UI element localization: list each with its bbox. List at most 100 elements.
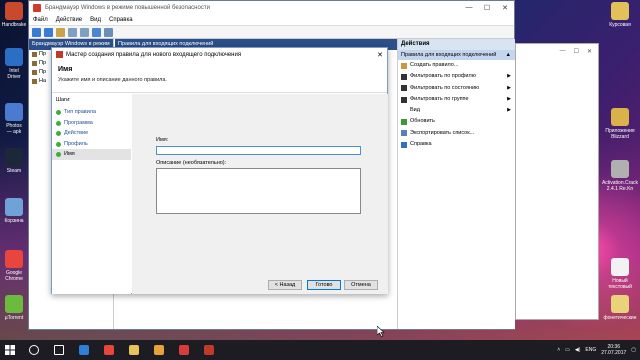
- background-window-controls: — ☐ ✕: [516, 44, 598, 59]
- shortcut-icon: [611, 2, 629, 20]
- shortcut-icon: [5, 295, 23, 313]
- chevron-up-icon[interactable]: ˄: [557, 347, 560, 353]
- back-icon[interactable]: [32, 27, 41, 37]
- menu-help[interactable]: Справка: [109, 17, 133, 23]
- desktop-shortcut[interactable]: Activation.Crack 2.4.1 Re.Kn: [600, 160, 640, 192]
- volume-icon[interactable]: ◀): [575, 347, 581, 353]
- action-icon: [401, 107, 407, 114]
- name-label: Имя:: [156, 137, 169, 143]
- wizard-titlebar: Мастер создания правила для нового входя…: [52, 48, 387, 61]
- language-indicator[interactable]: ENG: [585, 347, 596, 353]
- action-item[interactable]: Создать правило...: [398, 60, 515, 71]
- help-icon[interactable]: [92, 27, 101, 37]
- action-item[interactable]: Вид ▶: [398, 105, 515, 116]
- taskbar-firewall-icon[interactable]: [199, 340, 219, 360]
- toolbar: [29, 26, 514, 39]
- taskbar-edge-icon[interactable]: [74, 340, 94, 360]
- system-tray: ˄ ▭ ◀) ENG 20:36 27.07.2017 ▢: [557, 344, 640, 356]
- wizard-title: Мастер создания правила для нового входя…: [66, 51, 242, 58]
- clock[interactable]: 20:36 27.07.2017: [601, 344, 626, 356]
- console-tree-icon[interactable]: [68, 27, 77, 37]
- submenu-arrow-icon: ▶: [507, 107, 511, 114]
- taskbar-app-icon[interactable]: [174, 340, 194, 360]
- action-icon: [401, 141, 407, 148]
- minimize-icon[interactable]: —: [460, 4, 478, 12]
- wizard-heading: Имя: [58, 66, 73, 73]
- wizard-header: Имя Укажите имя и описание данного прави…: [52, 61, 387, 93]
- shortcut-icon: [5, 2, 23, 20]
- description-field[interactable]: [156, 168, 361, 214]
- firewall-icon: [33, 4, 41, 12]
- wizard-subtitle: Укажите имя и описание данного правила.: [58, 77, 167, 83]
- action-item[interactable]: Справка: [398, 139, 515, 150]
- maximize-icon[interactable]: ☐: [478, 4, 496, 12]
- action-item[interactable]: Экспортировать список...: [398, 128, 515, 139]
- cancel-button[interactable]: Отмена: [344, 280, 378, 290]
- action-item[interactable]: Фильтровать по профилю ▶: [398, 71, 515, 82]
- shortcut-label: Новый текстовый: [608, 278, 632, 290]
- shortcut-icon: [611, 258, 629, 276]
- shortcut-icon: [611, 295, 629, 313]
- taskbar-chrome-icon[interactable]: [149, 340, 169, 360]
- wizard-icon: [56, 51, 63, 58]
- background-window[interactable]: — ☐ ✕: [515, 43, 599, 320]
- action-item[interactable]: Фильтровать по состоянию ▶: [398, 83, 515, 94]
- finish-button[interactable]: Готово: [307, 280, 341, 290]
- desktop-shortcut[interactable]: Курсовая: [600, 2, 640, 28]
- back-button[interactable]: < Назад: [268, 280, 302, 290]
- desktop-shortcut[interactable]: Приложения Blizzard: [600, 108, 640, 140]
- properties-icon[interactable]: [104, 27, 113, 37]
- action-label: Фильтровать по группе: [410, 95, 469, 102]
- wizard-steps: Шаги: Тип правила Программа Действие Профил…: [52, 94, 131, 294]
- pinned-apps: [24, 340, 219, 360]
- forward-icon[interactable]: [44, 27, 53, 37]
- list-icon[interactable]: [80, 27, 89, 37]
- folder-icon[interactable]: [56, 27, 65, 37]
- action-label: Экспортировать список...: [410, 129, 475, 136]
- wizard-step[interactable]: Программа: [52, 118, 131, 129]
- menu-file[interactable]: Файл: [33, 17, 48, 23]
- close-icon[interactable]: ✕: [587, 48, 592, 55]
- taskbar-yandex-icon[interactable]: [99, 340, 119, 360]
- clock-date: 27.07.2017: [601, 350, 627, 356]
- collapse-icon[interactable]: ▲: [506, 50, 511, 60]
- network-icon[interactable]: ▭: [565, 347, 570, 353]
- action-item[interactable]: Обновить: [398, 116, 515, 127]
- wizard-step[interactable]: Профиль: [52, 139, 131, 150]
- taskbar-explorer-icon[interactable]: [124, 340, 144, 360]
- wizard-step[interactable]: Тип правила: [52, 107, 131, 118]
- action-icon: [401, 119, 407, 126]
- minimize-icon[interactable]: —: [560, 48, 566, 55]
- shortcut-icon: [5, 198, 23, 216]
- shortcut-label: фонетические: [603, 315, 637, 321]
- filter-icon: [401, 85, 407, 92]
- close-icon[interactable]: ✕: [373, 51, 387, 59]
- wizard-step[interactable]: Действие: [52, 128, 131, 139]
- desktop-shortcut[interactable]: фонетические: [600, 295, 640, 321]
- steps-header: Шаги:: [56, 97, 71, 103]
- action-label: Создать правило...: [410, 62, 459, 68]
- menu-view[interactable]: Вид: [90, 17, 101, 23]
- wizard-step[interactable]: Имя: [52, 149, 131, 160]
- shortcut-icon: [611, 108, 629, 126]
- action-item[interactable]: Фильтровать по группе ▶: [398, 94, 515, 105]
- taskbar-search-icon[interactable]: [24, 340, 44, 360]
- menu-action[interactable]: Действие: [56, 17, 82, 23]
- maximize-icon[interactable]: ☐: [574, 48, 579, 55]
- action-label: Вид: [410, 107, 420, 114]
- shortcut-label: Курсовая: [609, 22, 631, 28]
- name-field[interactable]: [156, 146, 361, 155]
- close-icon[interactable]: ✕: [496, 4, 514, 12]
- actions-subheader[interactable]: Правила для входящих подключений ▲: [398, 50, 515, 60]
- actions-pane: Действия Правила для входящих подключени…: [397, 39, 515, 329]
- new-rule-wizard: Мастер создания правила для нового входя…: [51, 47, 388, 294]
- desktop-shortcut[interactable]: Новый текстовый: [600, 258, 640, 290]
- action-icon: [401, 130, 407, 137]
- notifications-icon[interactable]: ▢: [631, 347, 636, 353]
- shortcut-label: Activation.Crack 2.4.1 Re.Kn: [601, 180, 639, 192]
- menu-bar: Файл Действие Вид Справка: [29, 15, 514, 26]
- submenu-arrow-icon: ▶: [507, 73, 511, 80]
- start-button[interactable]: [0, 340, 20, 360]
- taskbar-task-view-icon[interactable]: [49, 340, 69, 360]
- submenu-arrow-icon: ▶: [507, 95, 511, 102]
